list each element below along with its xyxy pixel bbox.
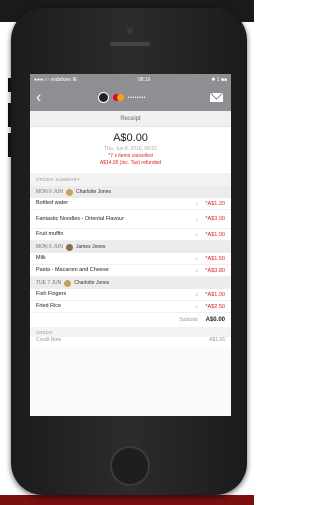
group-person: James Jones [75, 244, 106, 250]
receipt-amount: A$0.00 [113, 132, 148, 144]
list-item[interactable]: Fruit muffin 1 *A$1.00 [30, 229, 231, 241]
page-title: Receipt [30, 111, 231, 127]
clock: 08:16 [137, 76, 151, 83]
item-name: Bottled water [36, 200, 69, 206]
mute-switch [8, 78, 11, 92]
avatar [64, 279, 72, 287]
top-bar: ●●●○○ vodafone IE 08:16 ✱ 1 ■■ ‹ •••••••… [30, 74, 231, 111]
mastercard-icon [113, 94, 124, 101]
list-item[interactable]: Fantastic Noodles - Oriental Flavour 1 *… [30, 210, 231, 229]
item-name: Fantastic Noodles - Oriental Flavour [36, 215, 125, 222]
nav-bar: ‹ •••••••• [30, 85, 231, 111]
subtotal-value: A$0.00 [205, 317, 225, 323]
item-price: *A$1.20 [205, 200, 225, 207]
group-day: MON 6 JUN [36, 244, 63, 250]
envelope-icon[interactable] [210, 93, 223, 102]
cancel-note: *7 x items cancelled [108, 153, 153, 159]
chevron-left-icon[interactable]: ‹ [36, 90, 48, 106]
receipt-summary: A$0.00 Thu, Jun 8, 2016, 09:52 *7 x item… [30, 127, 231, 173]
carrier-label: ●●●○○ vodafone IE [34, 76, 78, 83]
group-person: Charlotte Jones [75, 189, 111, 195]
credit-name: Credit Note [36, 337, 62, 343]
card-number: •••••••• [128, 94, 147, 101]
credit-heading: CREDIT [30, 327, 231, 337]
battery-indicator: ✱ 1 ■■ [211, 76, 227, 83]
item-qty: 1 [195, 256, 198, 261]
item-price: *A$2.50 [205, 303, 225, 310]
subtotal-row: Subtotal A$0.00 [30, 313, 231, 327]
background-bottom [0, 495, 254, 505]
avatar [65, 188, 73, 196]
item-name: Pasta - Macaroni and Cheese [36, 267, 109, 273]
credit-value: A$1.06 [209, 337, 225, 343]
subtotal-label: Subtotal [179, 317, 198, 323]
item-name: Milk [36, 255, 46, 261]
list-item[interactable]: Pasta - Macaroni and Cheese 1 *A$3.80 [30, 265, 231, 277]
item-qty: 1 [195, 268, 198, 273]
group-person: Charlotte Jones [74, 280, 110, 286]
item-name: Fish Fingers [36, 291, 67, 297]
item-qty: 1 [195, 201, 198, 206]
item-name: Fried Rice [36, 303, 62, 309]
earpiece-speaker [110, 42, 150, 46]
list-item[interactable]: Milk 1 *A$1.50 [30, 253, 231, 265]
item-price: *A$3.80 [205, 267, 225, 274]
item-price: *A$1.50 [205, 255, 225, 262]
item-qty: 1 [195, 216, 198, 222]
home-button[interactable] [110, 446, 150, 486]
phone-screen: ●●●○○ vodafone IE 08:16 ✱ 1 ■■ ‹ •••••••… [30, 74, 231, 416]
payment-brand: •••••••• [98, 92, 146, 103]
group-day: MON 6 JUN [36, 189, 63, 195]
volume-up-button [8, 103, 11, 127]
volume-down-button [8, 133, 11, 157]
item-price: *A$3.00 [205, 216, 225, 222]
item-price: *A$1.00 [205, 231, 225, 238]
merchant-logo-icon [98, 92, 109, 103]
front-camera [127, 28, 133, 34]
item-qty: 1 [195, 304, 198, 309]
group-day: TUE 7 JUN [36, 280, 62, 286]
list-item[interactable]: Bottled water 1 *A$1.20 [30, 198, 231, 210]
list-item[interactable]: Fried Rice 1 *A$2.50 [30, 301, 231, 313]
status-bar: ●●●○○ vodafone IE 08:16 ✱ 1 ■■ [30, 74, 231, 85]
credit-row[interactable]: Credit Note A$1.06 [30, 337, 231, 347]
order-summary-heading: ORDER SUMMARY [30, 173, 231, 186]
item-qty: 1 [195, 232, 198, 237]
group-header: TUE 7 JUN Charlotte Jones [30, 277, 231, 289]
list-item[interactable]: Fish Fingers 1 *A$1.00 [30, 289, 231, 301]
receipt-date: Thu, Jun 8, 2016, 09:52 [104, 146, 157, 152]
item-qty: 1 [195, 292, 198, 297]
avatar [65, 243, 73, 251]
group-header: MON 6 JUN James Jones [30, 241, 231, 253]
item-name: Fruit muffin [36, 231, 64, 237]
refund-note: A$14.00 (inc. Tax) refunded [99, 160, 162, 166]
group-header: MON 6 JUN Charlotte Jones [30, 186, 231, 198]
item-price: *A$1.00 [205, 291, 225, 298]
